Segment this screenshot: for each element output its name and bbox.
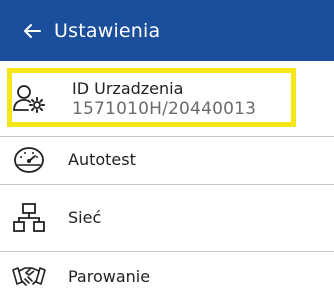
handshake-icon	[12, 262, 46, 292]
highlight-box	[7, 68, 296, 127]
network-icon	[12, 203, 46, 233]
pairing-label: Parowanie	[68, 267, 151, 286]
app-header: Ustawienia	[0, 0, 334, 61]
page-title: Ustawienia	[54, 19, 161, 42]
speedometer-icon	[12, 145, 46, 175]
list-item-autotest[interactable]: Autotest	[0, 137, 334, 184]
list-item-network[interactable]: Sieć	[0, 185, 334, 251]
arrow-left-icon[interactable]	[22, 21, 42, 41]
list-item-pairing[interactable]: Parowanie	[0, 252, 334, 302]
autotest-label: Autotest	[68, 150, 136, 169]
network-label: Sieć	[68, 208, 102, 227]
